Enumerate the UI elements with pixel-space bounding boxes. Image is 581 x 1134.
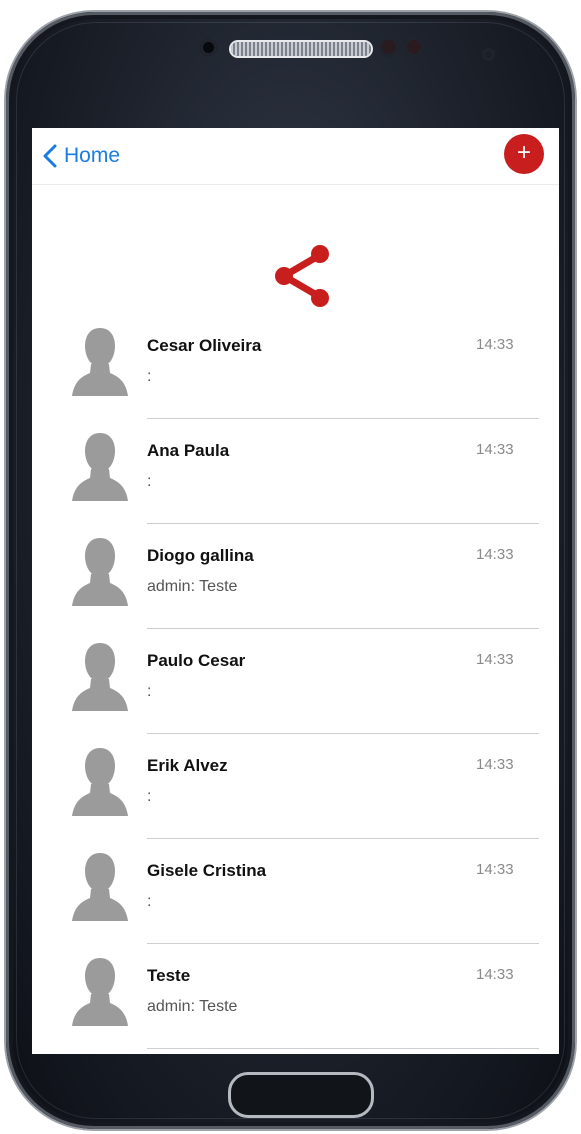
message-time: 14:33 — [476, 966, 514, 983]
last-message: admin: Teste — [147, 998, 238, 1015]
last-message: : — [147, 683, 152, 700]
last-message: admin: Teste — [147, 578, 238, 595]
back-button[interactable]: Home — [42, 140, 120, 172]
message-time: 14:33 — [476, 336, 514, 353]
divider — [147, 523, 539, 524]
contact-name: Cesar Oliveira — [147, 336, 262, 355]
avatar-icon — [72, 433, 128, 501]
sensor-icon — [404, 37, 424, 57]
front-camera-icon — [482, 48, 495, 61]
contact-name: Ana Paula — [147, 441, 230, 460]
message-time: 14:33 — [476, 546, 514, 563]
chevron-left-icon — [43, 144, 57, 168]
message-time: 14:33 — [476, 756, 514, 773]
contact-name: Diogo gallina — [147, 546, 254, 565]
last-message: : — [147, 473, 152, 490]
divider — [147, 838, 539, 839]
app-screen: Home + Cesar Oliveira : 14:33 Ana Paula … — [32, 128, 559, 1054]
avatar-icon — [72, 853, 128, 921]
avatar-icon — [72, 958, 128, 1026]
camera-icon — [200, 39, 217, 56]
contact-name: Erik Alvez — [147, 756, 228, 775]
avatar-icon — [72, 643, 128, 711]
navigation-bar: Home + — [32, 128, 559, 185]
list-item[interactable]: Teste admin: Teste 14:33 — [32, 944, 559, 1049]
message-time: 14:33 — [476, 441, 514, 458]
sensor-icon — [379, 37, 399, 57]
divider — [147, 418, 539, 419]
divider — [147, 628, 539, 629]
speaker-grille — [231, 42, 371, 56]
list-item[interactable]: Gisele Cristina : 14:33 — [32, 839, 559, 944]
last-message: : — [147, 893, 152, 910]
avatar-icon — [72, 748, 128, 816]
avatar-icon — [72, 328, 128, 396]
list-item[interactable]: Diogo gallina admin: Teste 14:33 — [32, 524, 559, 629]
avatar-icon — [72, 538, 128, 606]
list-item[interactable]: Cesar Oliveira : 14:33 — [32, 314, 559, 419]
home-button[interactable] — [228, 1072, 374, 1118]
contact-name: Teste — [147, 966, 191, 985]
back-label: Home — [64, 144, 121, 167]
divider — [147, 1048, 539, 1049]
divider — [147, 733, 539, 734]
list-item[interactable]: Erik Alvez : 14:33 — [32, 734, 559, 839]
divider — [147, 943, 539, 944]
list-item[interactable]: Ana Paula : 14:33 — [32, 419, 559, 524]
list-item[interactable]: Paulo Cesar : 14:33 — [32, 629, 559, 734]
message-time: 14:33 — [476, 651, 514, 668]
contact-list: Cesar Oliveira : 14:33 Ana Paula : 14:33… — [32, 314, 559, 1049]
last-message: : — [147, 788, 152, 805]
contact-name: Gisele Cristina — [147, 861, 267, 880]
message-time: 14:33 — [476, 861, 514, 878]
contact-name: Paulo Cesar — [147, 651, 246, 670]
share-icon — [275, 245, 329, 307]
phone-frame: Home + Cesar Oliveira : 14:33 Ana Paula … — [6, 12, 575, 1129]
last-message: : — [147, 368, 152, 385]
add-button[interactable]: + — [504, 134, 544, 174]
